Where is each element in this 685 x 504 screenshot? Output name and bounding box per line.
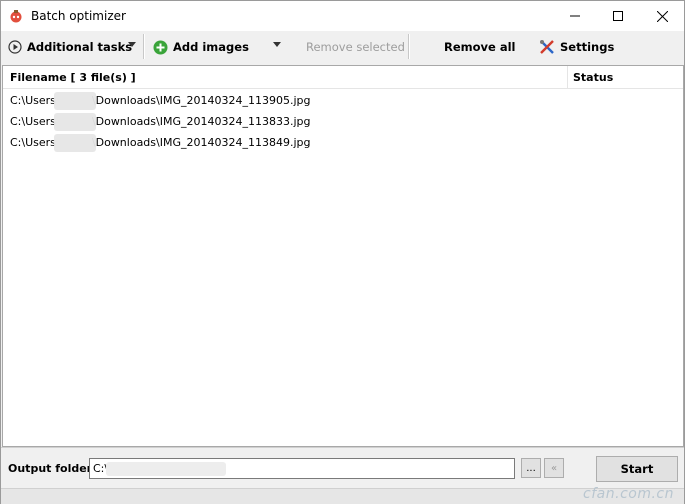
additional-tasks-label: Additional tasks	[27, 40, 133, 54]
start-label: Start	[620, 462, 654, 476]
output-panel: Output folder: C:\ ... « Start	[1, 447, 684, 488]
add-images-dropdown-icon[interactable]	[273, 42, 281, 47]
app-icon	[10, 10, 22, 23]
back-button[interactable]: «	[544, 458, 564, 478]
remove-all-button[interactable]: Remove all	[444, 36, 515, 58]
additional-tasks-button[interactable]: Additional tasks	[8, 36, 132, 58]
settings-label: Settings	[560, 40, 615, 54]
redacted-path	[106, 462, 226, 476]
close-icon	[656, 10, 668, 22]
remove-selected-button[interactable]: Remove selected	[306, 36, 405, 58]
output-folder-label: Output folder:	[8, 462, 97, 475]
play-circle-icon	[8, 40, 22, 54]
add-icon	[153, 40, 168, 54]
redacted-username	[54, 113, 96, 131]
window-title: Batch optimizer	[31, 9, 126, 23]
add-images-label: Add images	[173, 40, 249, 54]
batch-optimizer-window: Batch optimizer Additional tasks Add ima…	[0, 0, 685, 504]
maximize-button[interactable]	[595, 1, 641, 31]
browse-button[interactable]: ...	[521, 458, 541, 478]
toolbar: Additional tasks Add images Remove selec…	[1, 32, 684, 61]
back-label: «	[550, 462, 558, 474]
output-folder-input[interactable]: C:\	[89, 458, 515, 479]
redacted-username	[54, 92, 96, 110]
list-item[interactable]: C:\Users \Downloads\IMG_20140324_113905.j…	[10, 92, 570, 110]
minimize-button[interactable]	[552, 1, 598, 31]
browse-label: ...	[526, 462, 536, 474]
maximize-icon	[613, 11, 623, 21]
additional-tasks-dropdown-icon[interactable]	[128, 42, 136, 47]
tools-icon	[540, 40, 554, 54]
watermark: cfan.com.cn	[583, 486, 674, 502]
remove-all-label: Remove all	[444, 40, 516, 54]
close-button[interactable]	[639, 1, 685, 31]
toolbar-separator	[408, 34, 410, 59]
title-bar: Batch optimizer	[1, 1, 684, 31]
minimize-icon	[570, 15, 580, 17]
remove-selected-label: Remove selected	[306, 40, 405, 54]
status-bar: cfan.com.cn	[1, 486, 684, 504]
settings-button[interactable]: Settings	[539, 36, 614, 58]
status-column-header[interactable]: Status	[573, 71, 613, 84]
filename-column-header[interactable]: Filename [ 3 file(s) ]	[10, 71, 136, 84]
list-item[interactable]: C:\Users \Downloads\IMG_20140324_113833.j…	[10, 113, 570, 131]
column-divider[interactable]	[567, 66, 568, 88]
toolbar-separator	[143, 34, 145, 59]
add-images-button[interactable]: Add images	[153, 36, 249, 58]
file-list[interactable]: Filename [ 3 file(s) ] Status C:\Users \D…	[2, 65, 684, 447]
start-button[interactable]: Start	[596, 456, 678, 482]
redacted-username	[54, 134, 96, 152]
list-header: Filename [ 3 file(s) ] Status	[3, 66, 683, 89]
list-item[interactable]: C:\Users \Downloads\IMG_20140324_113849.j…	[10, 134, 570, 152]
